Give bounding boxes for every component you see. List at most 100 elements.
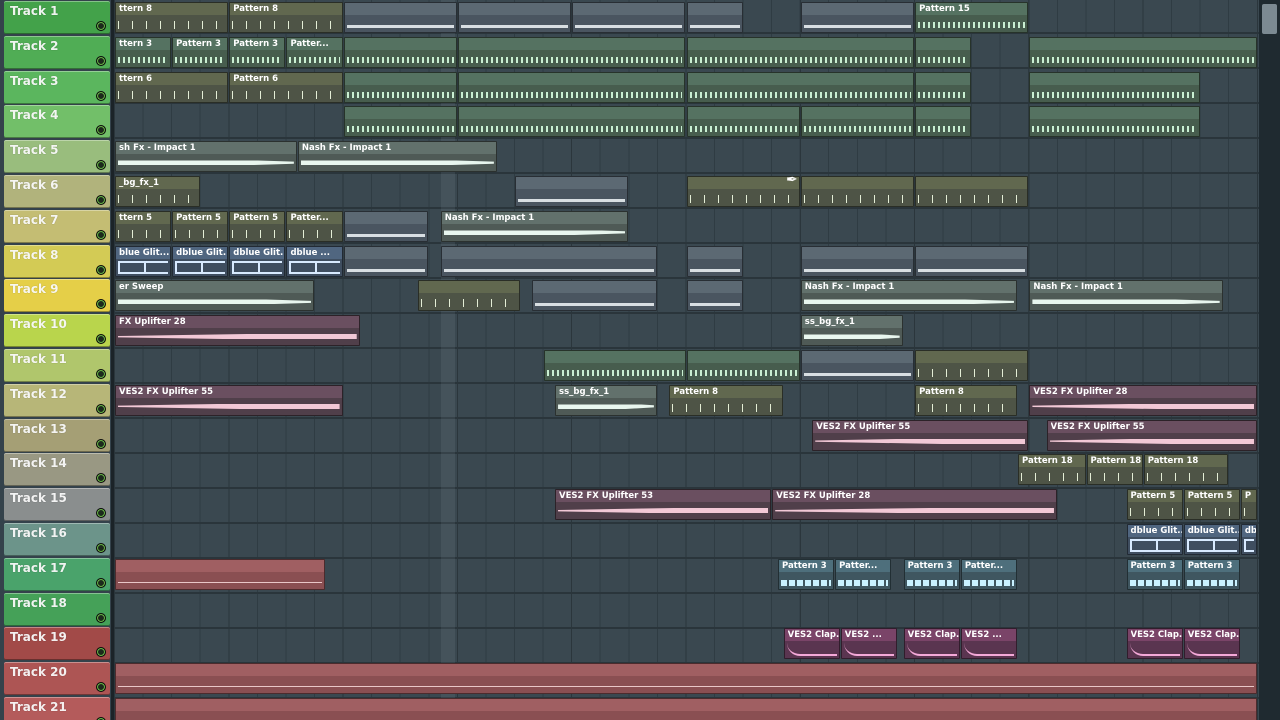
playlist-clip[interactable]	[686, 106, 800, 138]
playlist-clip[interactable]	[343, 245, 429, 277]
track-mute-led-icon[interactable]	[96, 229, 106, 240]
track-mute-led-icon[interactable]	[96, 125, 106, 136]
playlist-clip[interactable]: Pattern 8	[915, 384, 1017, 416]
playlist-clip[interactable]	[115, 663, 1257, 695]
playlist-clip[interactable]	[572, 2, 686, 33]
scroll-thumb[interactable]	[1262, 4, 1277, 34]
playlist-clip[interactable]: er Sweep	[115, 280, 315, 312]
playlist-clip[interactable]: dblue Glit...	[1126, 524, 1183, 555]
track-header-18[interactable]: Track 18	[4, 592, 110, 626]
playlist-clip[interactable]: Patter...	[286, 36, 343, 68]
playlist-clip[interactable]: P	[1240, 489, 1257, 521]
track-mute-led-icon[interactable]	[96, 508, 106, 519]
playlist-clip[interactable]	[686, 176, 800, 207]
playlist-clip[interactable]: Nash Fx - Impact 1	[297, 141, 497, 173]
playlist-clip[interactable]	[457, 36, 686, 68]
playlist-clip[interactable]	[915, 350, 1029, 381]
track-header-3[interactable]: Track 3	[4, 70, 110, 104]
playlist-clip[interactable]: Pattern 18	[1086, 454, 1143, 486]
playlist-clip[interactable]	[800, 176, 915, 207]
playlist-clip[interactable]	[1029, 71, 1200, 103]
playlist-clip[interactable]: Nash Fx - Impact 1	[800, 280, 1017, 312]
playlist-clip[interactable]: VES2 FX Uplifter 55	[115, 384, 343, 416]
playlist-clip[interactable]: VES2 FX Uplifter 53	[555, 489, 772, 521]
track-mute-led-icon[interactable]	[96, 473, 106, 484]
track-mute-led-icon[interactable]	[96, 195, 106, 205]
playlist-clip[interactable]: Patter...	[960, 558, 1017, 590]
track-mute-led-icon[interactable]	[96, 21, 106, 31]
track-header-4[interactable]: Track 4	[4, 105, 110, 139]
track-header-6[interactable]: Track 6	[4, 175, 110, 208]
playlist-clip[interactable]	[417, 280, 520, 312]
playlist-clip[interactable]: VES2 FX Uplifter 55	[1046, 419, 1257, 451]
track-header-15[interactable]: Track 15	[4, 488, 110, 522]
playlist-clip[interactable]: Pattern 15	[915, 2, 1029, 33]
playlist-clip[interactable]: dblue ...	[286, 245, 343, 277]
playlist-clip[interactable]	[800, 245, 915, 277]
playlist-clip[interactable]	[1029, 36, 1257, 68]
playlist-clip[interactable]	[115, 698, 1257, 720]
playlist-clip[interactable]	[515, 176, 629, 207]
playlist-clip[interactable]	[686, 36, 915, 68]
playlist-clip[interactable]: VES2 Clap...	[783, 628, 840, 660]
track-header-19[interactable]: Track 19	[4, 627, 110, 661]
track-header-16[interactable]: Track 16	[4, 523, 110, 556]
playlist-clip[interactable]: VES2 ...	[960, 628, 1017, 660]
playlist-clip[interactable]: blue Glit...	[115, 245, 172, 277]
playlist-clip[interactable]	[343, 2, 457, 33]
playlist-clip[interactable]: Patter...	[286, 210, 343, 242]
playlist-clip[interactable]	[915, 245, 1029, 277]
playlist-clip[interactable]: VES2 ...	[840, 628, 897, 660]
track-header-7[interactable]: Track 7	[4, 209, 110, 243]
playlist-clip[interactable]	[440, 245, 657, 277]
playlist-clip[interactable]: Pattern 3	[903, 558, 960, 590]
track-mute-led-icon[interactable]	[96, 299, 106, 310]
track-header-12[interactable]: Track 12	[4, 383, 110, 417]
track-mute-led-icon[interactable]	[96, 90, 106, 101]
track-header-1[interactable]: Track 1	[4, 1, 110, 34]
playlist-clip[interactable]: sh Fx - Impact 1	[115, 141, 297, 173]
playlist-clip[interactable]	[343, 71, 457, 103]
track-mute-led-icon[interactable]	[96, 55, 106, 66]
playlist-clip[interactable]: Pattern 6	[229, 71, 343, 103]
track-mute-led-icon[interactable]	[96, 160, 106, 171]
playlist-clip[interactable]: VES2 Clap...	[1183, 628, 1240, 660]
playlist-clip[interactable]	[543, 350, 686, 381]
playlist-clip[interactable]: VES2 FX Uplifter 28	[1029, 384, 1257, 416]
track-header-13[interactable]: Track 13	[4, 418, 110, 452]
playlist-clip[interactable]: dblue Glit...	[229, 245, 286, 277]
playlist-clip[interactable]: ttern 5	[115, 210, 172, 242]
playlist-clip[interactable]: dblue Glit...	[1183, 524, 1240, 555]
track-header-2[interactable]: Track 2	[4, 35, 110, 69]
playlist-clip[interactable]: Pattern 3	[1126, 558, 1183, 590]
track-header-17[interactable]: Track 17	[4, 557, 110, 591]
playlist-clip[interactable]	[343, 36, 457, 68]
playlist-clip[interactable]	[686, 350, 800, 381]
playlist-clip[interactable]	[915, 176, 1029, 207]
playlist-clip[interactable]: Pattern 5	[229, 210, 286, 242]
track-header-14[interactable]: Track 14	[4, 453, 110, 487]
vertical-scrollbar[interactable]	[1259, 0, 1280, 720]
track-mute-led-icon[interactable]	[96, 577, 106, 588]
playlist-clip[interactable]: dblue Glit...	[172, 245, 229, 277]
playlist-clip[interactable]	[800, 2, 915, 33]
playlist-clip[interactable]: Pattern 5	[1183, 489, 1240, 521]
playlist-clip[interactable]	[115, 558, 326, 590]
playlist-clip[interactable]	[343, 106, 457, 138]
track-header-10[interactable]: Track 10	[4, 314, 110, 348]
track-header-20[interactable]: Track 20	[4, 662, 110, 696]
playlist-clip[interactable]	[1029, 106, 1200, 138]
playlist-clip[interactable]: Pattern 5	[1126, 489, 1183, 521]
playlist-clip[interactable]	[457, 106, 686, 138]
playlist-clip[interactable]: ttern 6	[115, 71, 229, 103]
track-mute-led-icon[interactable]	[96, 682, 106, 693]
track-header-5[interactable]: Track 5	[4, 140, 110, 174]
playlist-clip[interactable]	[686, 245, 743, 277]
playlist-clip[interactable]	[800, 350, 915, 381]
playlist-clip[interactable]: VES2 FX Uplifter 28	[772, 489, 1057, 521]
playlist-clip[interactable]: ss_bg_fx_1	[555, 384, 657, 416]
playlist-clip[interactable]	[343, 210, 429, 242]
playlist-clip[interactable]: Pattern 3	[229, 36, 286, 68]
track-header-8[interactable]: Track 8	[4, 244, 110, 278]
playlist-clip[interactable]: Patter...	[835, 558, 892, 590]
